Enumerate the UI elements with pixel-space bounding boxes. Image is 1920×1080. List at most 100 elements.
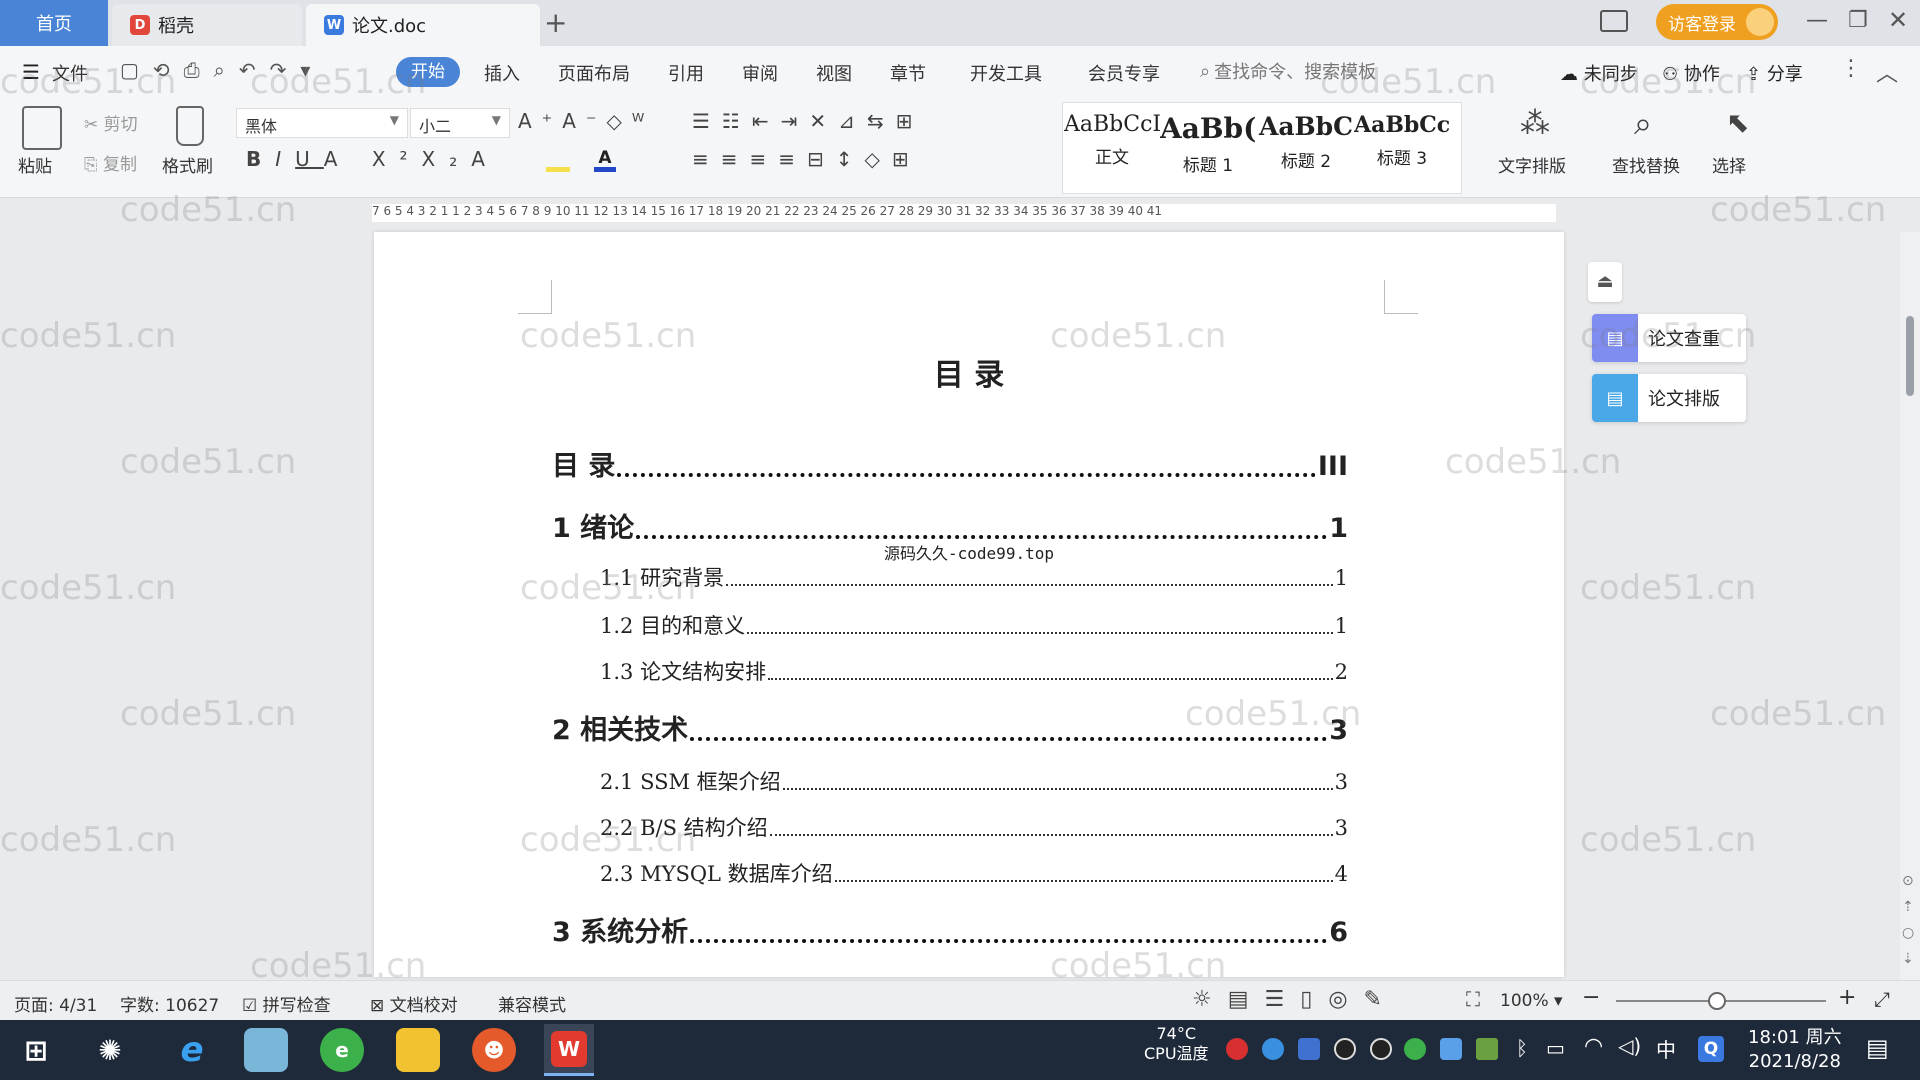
quick-access-icons[interactable]: ▢⟲⎙⌕↶↷▾ — [120, 58, 324, 82]
select-button[interactable]: 选择 — [1712, 152, 1746, 177]
cut-button[interactable]: ✂ 剪切 — [84, 110, 138, 135]
tab-document[interactable]: W 论文.doc — [306, 4, 540, 46]
toc-entry[interactable]: 2.1 SSM 框架介绍 3 — [600, 766, 1348, 796]
tab-home[interactable]: 首页 — [0, 0, 108, 46]
toc-entry[interactable]: 3 系统分析 6 — [552, 910, 1348, 949]
volume-icon[interactable]: ◁) — [1618, 1034, 1641, 1058]
vertical-scrollbar[interactable]: ⊙ ⇡ ○ ⇣ — [1900, 232, 1920, 980]
paragraph-tools-row1[interactable]: ☰☷⇤⇥✕⊿⇆⊞ — [692, 106, 924, 136]
scroll-nav-icons[interactable]: ⊙ ⇡ ○ ⇣ — [1902, 868, 1914, 972]
menu-insert[interactable]: 插入 — [484, 60, 520, 86]
menu-layout[interactable]: 页面布局 — [558, 60, 630, 86]
cpu-temp-widget[interactable]: 74°C CPU温度 — [1144, 1024, 1209, 1064]
share-button[interactable]: ⇪ 分享 — [1746, 60, 1803, 86]
tray-icon[interactable] — [1404, 1038, 1426, 1060]
paste-icon[interactable] — [22, 106, 62, 150]
minimize-icon[interactable]: — — [1806, 8, 1828, 33]
menu-devtools[interactable]: 开发工具 — [970, 60, 1042, 86]
menu-reference[interactable]: 引用 — [668, 60, 704, 86]
qq-icon[interactable] — [1370, 1038, 1392, 1060]
sync-status[interactable]: ☁ 未同步 — [1560, 60, 1638, 86]
view-mode-icons[interactable]: ☼▤☰▯◎✎ — [1192, 987, 1398, 1012]
restore-icon[interactable]: ❐ — [1848, 8, 1868, 33]
collapse-up-icon[interactable]: ⏏ — [1588, 262, 1622, 302]
menu-chapter[interactable]: 章节 — [890, 60, 926, 86]
zoom-slider-thumb[interactable] — [1708, 992, 1726, 1010]
folder-icon[interactable] — [396, 1028, 440, 1072]
collab-button[interactable]: ⚇ 协作 — [1662, 60, 1720, 86]
zoom-select[interactable]: 100% ▾ — [1500, 991, 1563, 1011]
toc-entry[interactable]: 2.3 MYSQL 数据库介绍 4 — [600, 858, 1348, 888]
word-count[interactable]: 字数: 10627 — [120, 991, 219, 1016]
close-icon[interactable]: ✕ — [1888, 6, 1908, 34]
horizontal-ruler[interactable]: 7 6 5 4 3 2 1 1 2 3 4 5 6 7 8 9 10 11 12… — [0, 198, 1920, 228]
browser-360-icon[interactable]: e — [320, 1028, 364, 1072]
nvidia-icon[interactable] — [1476, 1038, 1498, 1060]
visitor-login-button[interactable]: 访客登录 — [1656, 4, 1778, 40]
pinwheel-app-icon[interactable]: ✺ — [88, 1028, 132, 1072]
notification-icon[interactable]: ▤ — [1866, 1034, 1889, 1062]
text-layout-button[interactable]: 文字排版 — [1498, 152, 1566, 177]
toc-entry[interactable]: 1.2 目的和意义 1 — [600, 610, 1348, 640]
hamburger-icon[interactable]: ☰ — [22, 60, 40, 84]
input-method-icon[interactable]: Q — [1698, 1036, 1724, 1062]
menu-start[interactable]: 开始 — [396, 57, 460, 87]
tray-icon[interactable] — [1262, 1038, 1284, 1060]
tray-icon[interactable] — [1226, 1038, 1248, 1060]
font-tools-row2[interactable]: BIUA X²X₂A — [246, 144, 499, 174]
font-size-select[interactable]: 小二 ▼ — [410, 108, 510, 138]
find-replace-button[interactable]: 查找替换 — [1612, 152, 1680, 177]
toc-entry[interactable]: 1.1 研究背景 1 — [600, 562, 1348, 592]
fullscreen-icon[interactable]: ⤢ — [1874, 987, 1890, 1011]
paste-button[interactable]: 粘贴 — [18, 152, 52, 177]
document-page[interactable]: 目 录 目 录 III 1 绪论 1 源码久久-code99.top 1.1 研究背… — [374, 232, 1564, 977]
more-icon[interactable]: ⋮ — [1840, 56, 1862, 81]
font-tools-row1[interactable]: A⁺A⁻◇ᵂ — [518, 106, 654, 136]
wifi-icon[interactable]: ◠ — [1584, 1034, 1603, 1059]
menu-member[interactable]: 会员专享 — [1088, 60, 1160, 86]
collapse-ribbon-icon[interactable]: ︿ — [1876, 56, 1898, 88]
scrollbar-thumb[interactable] — [1906, 316, 1914, 396]
command-search[interactable]: ⌕ 查找命令、搜索模板 — [1200, 58, 1376, 84]
fit-page-icon[interactable]: ⛶ — [1466, 987, 1480, 1011]
windows-start-icon[interactable]: ⊞ — [14, 1028, 58, 1072]
page-count[interactable]: 页面: 4/31 — [14, 991, 97, 1016]
spell-check-button[interactable]: ☑ 拼写检查 — [242, 991, 331, 1016]
toc-entry[interactable]: 1.3 论文结构安排 2 — [600, 656, 1348, 686]
brush-icon[interactable] — [176, 106, 204, 146]
toc-entry[interactable]: 2 相关技术 3 — [552, 708, 1348, 747]
wps-taskbar-button[interactable]: W — [544, 1024, 594, 1076]
clock[interactable]: 18:01 周六 2021/8/28 — [1748, 1026, 1842, 1074]
menu-file[interactable]: 文件 — [52, 60, 88, 86]
ime-indicator[interactable]: 中 — [1656, 1034, 1676, 1063]
toc-entry[interactable]: 目 录 III — [552, 444, 1348, 483]
zoom-in-icon[interactable]: + — [1838, 985, 1856, 1010]
layout-toggle-icon[interactable] — [1600, 10, 1628, 32]
paper-check-button[interactable]: ▤ 论文查重 — [1592, 314, 1746, 362]
game-app-icon[interactable]: ☻ — [472, 1028, 516, 1072]
copy-button[interactable]: ⎘ 复制 — [84, 150, 137, 175]
ie-browser-icon[interactable]: e — [170, 1028, 214, 1072]
menu-view[interactable]: 视图 — [816, 60, 852, 86]
toc-entry[interactable]: 2.2 B/S 结构介绍 3 — [600, 812, 1348, 842]
font-color-icon[interactable]: A — [594, 148, 616, 172]
shield-icon[interactable] — [1298, 1038, 1320, 1060]
format-painter-button[interactable]: 格式刷 — [162, 152, 213, 177]
style-heading3[interactable]: AaBbCcI 标题 3 — [1354, 106, 1450, 188]
font-name-select[interactable]: 黑体 ▼ — [236, 108, 408, 138]
style-heading1[interactable]: AaBb(标题 1 — [1160, 106, 1256, 188]
tray-icon[interactable] — [1440, 1038, 1462, 1060]
battery-icon[interactable]: ▭ — [1546, 1036, 1565, 1060]
new-tab-button[interactable]: + — [544, 6, 567, 39]
style-heading2[interactable]: AaBbC 标题 2 — [1258, 106, 1354, 188]
paper-format-button[interactable]: ▤ 论文排版 — [1592, 374, 1746, 422]
qq-icon[interactable] — [1334, 1038, 1356, 1060]
paragraph-tools-row2[interactable]: ≡≡≡≡⊟↕◇⊞ — [692, 144, 921, 174]
proofread-button[interactable]: ⊠ 文档校对 — [370, 991, 458, 1016]
style-normal[interactable]: AaBbCcI 正文 — [1064, 106, 1160, 188]
tab-daoke[interactable]: D 稻壳 — [112, 4, 302, 46]
notepad-icon[interactable] — [244, 1028, 288, 1072]
menu-review[interactable]: 审阅 — [742, 60, 778, 86]
bluetooth-icon[interactable]: ᛒ — [1516, 1036, 1528, 1060]
zoom-out-icon[interactable]: − — [1582, 985, 1600, 1010]
